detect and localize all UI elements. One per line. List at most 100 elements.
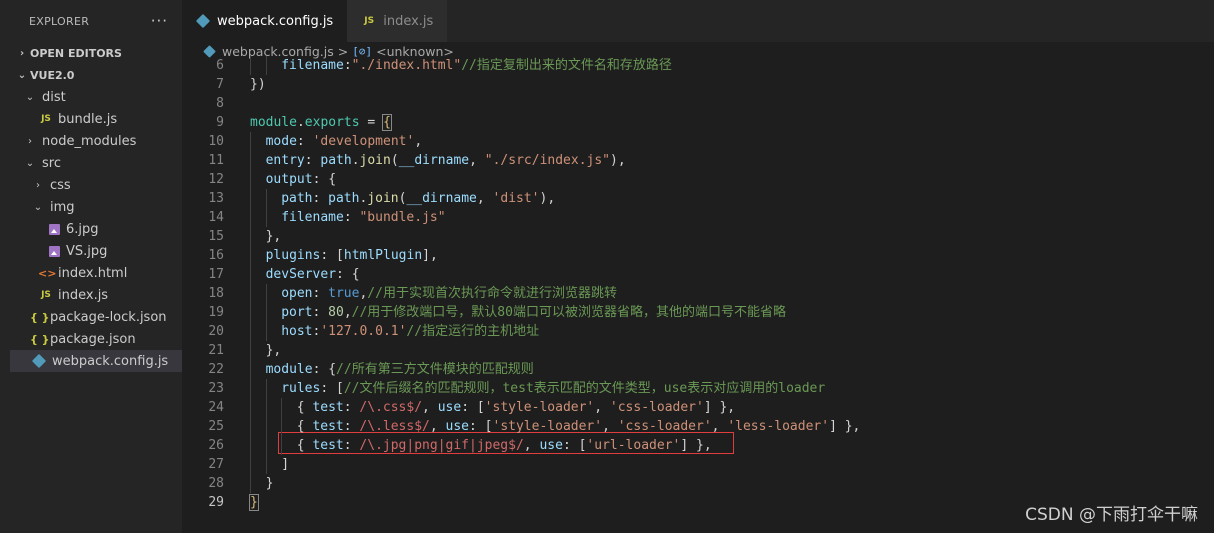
code-token: : {	[312, 172, 337, 187]
line-number: 8	[216, 96, 224, 111]
code-line: 12 output: {	[182, 170, 1214, 189]
code-token: })	[250, 77, 266, 92]
code-token: /\.less$/	[359, 419, 430, 434]
indent-guide	[250, 170, 251, 189]
tree-item-package-json[interactable]: { } package.json	[10, 328, 182, 350]
code-token: path	[281, 191, 313, 206]
code-token: :	[343, 58, 352, 73]
indent-guide	[250, 56, 251, 75]
code-token: (	[390, 153, 399, 168]
code-text: }	[249, 493, 259, 512]
indent-guide	[250, 227, 251, 246]
tree-item-bundle-js[interactable]: JS bundle.js	[10, 108, 182, 130]
tree-item-package-lock-json[interactable]: { } package-lock.json	[10, 306, 182, 328]
code-text: },	[266, 227, 282, 246]
explorer-panel: EXPLORER ··· › OPEN EDITORS ⌄ VUE2.0 ⌄ di…	[10, 0, 182, 533]
chevron-right-icon: ›	[36, 179, 40, 191]
code-token: ,	[476, 191, 493, 206]
code-line: 23 rules: [//文件后缀名的匹配规则，test表示匹配的文件类型，use…	[182, 379, 1214, 398]
workspace-root-section[interactable]: ⌄ VUE2.0	[10, 64, 182, 86]
js-file-icon: JS	[364, 16, 375, 26]
tree-item-label: bundle.js	[58, 111, 118, 127]
tree-item-css[interactable]: › css	[10, 174, 182, 196]
image-file-icon	[49, 223, 60, 235]
code-editor[interactable]: 6 filename:"./index.html"//指定复制出来的文件名和存放路…	[182, 56, 1214, 533]
tree-item-webpack-config-js[interactable]: webpack.config.js	[10, 350, 182, 372]
code-token: }	[265, 476, 274, 491]
open-editors-label: OPEN EDITORS	[30, 46, 122, 60]
tree-item-label: 6.jpg	[66, 221, 99, 237]
code-token: {	[296, 438, 313, 453]
code-token: ] },	[829, 419, 861, 434]
code-token: //指定运行的主机地址	[406, 324, 540, 339]
tab-index-js[interactable]: JS index.js	[347, 0, 448, 42]
line-number: 9	[216, 115, 224, 130]
code-token: :	[312, 191, 329, 206]
chevron-down-icon: ⌄	[25, 91, 35, 103]
indent-guide	[265, 322, 267, 341]
line-number: 17	[208, 267, 224, 282]
code-line: 17 devServer: {	[182, 265, 1214, 284]
editor-area: webpack.config.js JS index.js webpack.co…	[182, 0, 1214, 533]
code-line: 25 { test: /\.less$/, use: ['style-loader…	[182, 417, 1214, 436]
code-token: :	[312, 305, 329, 320]
tree-item-dist[interactable]: ⌄ dist	[10, 86, 182, 108]
code-text: output: {	[266, 170, 336, 189]
code-line: 14 filename: "bundle.js"	[182, 208, 1214, 227]
tree-item-src[interactable]: ⌄ src	[10, 152, 182, 174]
indent-guide	[265, 208, 267, 227]
code-token: ,	[594, 400, 610, 415]
code-token: filename	[281, 210, 344, 225]
indent-guide	[250, 341, 251, 360]
webpack-config-icon	[195, 13, 211, 29]
code-token: "bundle.js"	[359, 210, 446, 225]
code-token: use	[539, 438, 563, 453]
tree-item-vs-jpg[interactable]: VS.jpg	[10, 240, 182, 262]
tree-item-label: src	[42, 155, 61, 171]
line-number: 28	[208, 476, 224, 491]
code-line: 28}	[182, 474, 1214, 493]
indent-guide	[250, 284, 251, 303]
tree-item-node-modules[interactable]: › node_modules	[10, 130, 182, 152]
json-file-icon: { }	[30, 332, 50, 346]
tree-item-label: package-lock.json	[50, 309, 167, 325]
code-token: ,	[711, 419, 728, 434]
more-actions-icon[interactable]: ···	[151, 12, 168, 30]
code-token: ],	[422, 248, 438, 263]
indent-guide	[250, 455, 251, 474]
code-token: rules	[281, 381, 321, 396]
code-line: 7})	[182, 75, 1214, 94]
tree-item-index-html[interactable]: <> index.html	[10, 262, 182, 284]
code-token: {	[296, 419, 313, 434]
tree-item-img[interactable]: ⌄ img	[10, 196, 182, 218]
code-token: "./index.html"	[351, 58, 462, 73]
tree-item-index-js[interactable]: JS index.js	[10, 284, 182, 306]
code-token: : [	[461, 400, 485, 415]
tab-webpack-config[interactable]: webpack.config.js	[182, 0, 348, 42]
tab-label: webpack.config.js	[217, 13, 334, 29]
code-token: {	[382, 114, 392, 131]
code-token: 'development'	[312, 134, 415, 149]
tab-label: index.js	[383, 13, 434, 29]
code-token: ,	[429, 419, 446, 434]
code-text: rules: [//文件后缀名的匹配规则，test表示匹配的文件类型，use表示…	[281, 379, 825, 398]
code-line: 8	[182, 94, 1214, 113]
code-text: filename:"./index.html"//指定复制出来的文件名和存放路径	[281, 56, 672, 75]
line-number: 6	[216, 58, 224, 73]
code-token: test	[312, 438, 344, 453]
code-token: ,	[343, 305, 352, 320]
open-editors-section[interactable]: › OPEN EDITORS	[10, 42, 182, 64]
chevron-down-icon: ⌄	[25, 157, 35, 169]
tree-item-6-jpg[interactable]: 6.jpg	[10, 218, 182, 240]
code-line: 18 open: true,//用于实现首次执行命令就进行浏览器跳转	[182, 284, 1214, 303]
code-token: :	[296, 134, 313, 149]
code-token: : [	[320, 381, 344, 396]
indent-guide	[265, 379, 267, 398]
indent-guide	[250, 208, 251, 227]
code-token: __dirname	[406, 191, 477, 206]
code-token: /\.jpg|png|gif|jpeg$/	[359, 438, 524, 453]
code-token: true	[328, 286, 360, 301]
code-token: open	[281, 286, 313, 301]
indent-guide	[250, 265, 251, 284]
indent-guide	[265, 436, 267, 455]
